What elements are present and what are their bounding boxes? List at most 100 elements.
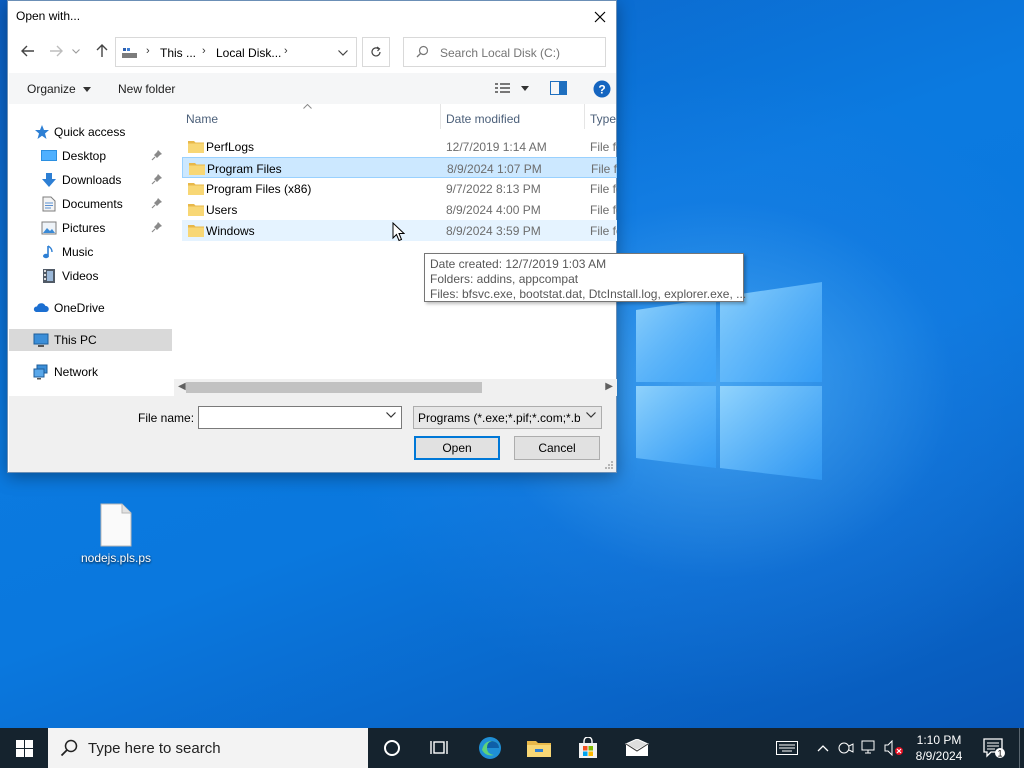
- file-explorer-app-button[interactable]: [515, 728, 563, 768]
- windows-logo-wallpaper: [636, 282, 822, 480]
- keyboard-tray-button[interactable]: [773, 728, 801, 768]
- organize-label: Organize: [27, 82, 76, 96]
- file-row-program-files[interactable]: Program Files 8/9/2024 1:07 PM File fo: [182, 157, 617, 178]
- nav-item-downloads[interactable]: Downloads: [9, 169, 172, 191]
- cancel-button[interactable]: Cancel: [514, 436, 600, 460]
- nav-item-quick-access[interactable]: Quick access: [9, 121, 172, 143]
- view-options-button[interactable]: [495, 81, 533, 97]
- recent-locations-button[interactable]: [70, 41, 82, 61]
- taskbar-search-box[interactable]: Type here to search: [48, 728, 368, 768]
- store-app-button[interactable]: [564, 728, 612, 768]
- column-header-name[interactable]: Name: [182, 104, 440, 129]
- cortana-circle-icon: [384, 740, 400, 756]
- file-type: File fo: [590, 140, 617, 154]
- start-button[interactable]: [0, 728, 48, 768]
- nav-item-music[interactable]: Music: [9, 241, 172, 263]
- pictures-icon: [41, 221, 57, 235]
- back-button[interactable]: [18, 41, 38, 61]
- file-name-combobox[interactable]: [198, 406, 402, 429]
- folder-icon: [189, 163, 205, 175]
- breadcrumb-this-pc[interactable]: This ...: [160, 46, 196, 60]
- scroll-left-arrow[interactable]: ◀: [178, 381, 186, 392]
- chevron-down-icon[interactable]: [386, 412, 396, 418]
- forward-button[interactable]: [46, 41, 66, 61]
- pin-icon[interactable]: [151, 197, 163, 209]
- cortana-button[interactable]: [368, 728, 416, 768]
- dialog-footer: File name: Programs (*.exe;*.pif;*.com;*…: [9, 396, 616, 472]
- notification-count: 1: [997, 749, 1002, 759]
- folder-icon: [188, 204, 204, 216]
- task-view-button[interactable]: [416, 728, 464, 768]
- mail-app-button[interactable]: [613, 728, 661, 768]
- file-name: Program Files (x86): [206, 182, 312, 196]
- nav-label: Desktop: [62, 149, 107, 163]
- up-button[interactable]: [92, 41, 112, 61]
- pin-icon[interactable]: [151, 221, 163, 233]
- column-header-date-modified[interactable]: Date modified: [441, 104, 584, 129]
- refresh-button[interactable]: [362, 37, 390, 67]
- nav-item-pictures[interactable]: Pictures: [9, 217, 172, 239]
- column-header-type[interactable]: Type: [585, 104, 617, 129]
- clock-time: 1:10 PM: [916, 733, 962, 747]
- meet-now-button[interactable]: [836, 728, 856, 768]
- preview-pane-button[interactable]: [550, 81, 568, 97]
- close-button[interactable]: [584, 1, 616, 32]
- search-box[interactable]: [403, 37, 606, 67]
- edge-app-button[interactable]: [466, 728, 514, 768]
- nav-item-network[interactable]: Network: [9, 361, 172, 383]
- new-folder-button[interactable]: New folder: [118, 82, 175, 96]
- nav-item-this-pc[interactable]: This PC: [9, 329, 172, 351]
- tooltip-folders: Folders: addins, appcompat: [430, 272, 579, 286]
- pin-icon[interactable]: [151, 149, 163, 161]
- videos-icon: [43, 269, 55, 283]
- action-center-button[interactable]: 1: [978, 728, 1010, 768]
- chevron-down-icon[interactable]: [338, 50, 348, 56]
- file-type-filter[interactable]: Programs (*.exe;*.pif;*.com;*.bat;*.cmd): [413, 406, 602, 429]
- chevron-up-icon: [817, 744, 829, 751]
- taskbar-clock[interactable]: 1:10 PM 8/9/2024: [906, 732, 972, 764]
- scroll-right-arrow[interactable]: ▶: [605, 381, 613, 392]
- organize-button[interactable]: Organize: [27, 82, 92, 96]
- desktop-file-icon[interactable]: nodejs.pls.ps: [76, 503, 156, 565]
- search-input[interactable]: [440, 44, 600, 62]
- refresh-icon: [371, 46, 381, 57]
- arrow-right-icon: [50, 45, 63, 57]
- nav-item-onedrive[interactable]: OneDrive: [9, 297, 172, 319]
- resize-grip-icon[interactable]: [603, 459, 613, 469]
- address-bar[interactable]: › This ... › Local Disk... ›: [115, 37, 357, 67]
- breadcrumb-local-disk[interactable]: Local Disk...: [216, 46, 281, 60]
- open-button[interactable]: Open: [414, 436, 500, 460]
- tooltip-date-created: Date created: 12/7/2019 1:03 AM: [430, 257, 607, 271]
- chevron-down-icon: [586, 412, 596, 418]
- nav-label: Music: [62, 245, 94, 259]
- file-row-perflogs[interactable]: PerfLogs 12/7/2019 1:14 AM File fo: [182, 136, 617, 157]
- nav-item-documents[interactable]: Documents: [9, 193, 172, 215]
- arrow-left-icon: [21, 45, 34, 57]
- nav-item-videos[interactable]: Videos: [9, 265, 172, 287]
- column-label: Type: [590, 112, 617, 126]
- nav-item-desktop[interactable]: Desktop: [9, 145, 172, 167]
- details-view-icon: [495, 83, 510, 93]
- desktop-file-label: nodejs.pls.ps: [80, 551, 152, 565]
- preview-pane-icon: [550, 81, 567, 95]
- windows-start-icon: [15, 739, 33, 757]
- file-type: File fo: [590, 203, 617, 217]
- volume-tray-button[interactable]: [883, 728, 905, 768]
- file-name-label: File name:: [138, 411, 195, 425]
- horizontal-scrollbar[interactable]: ◀ ▶: [174, 379, 617, 396]
- scrollbar-thumb[interactable]: [186, 382, 482, 393]
- help-button[interactable]: ?: [593, 80, 611, 98]
- pin-icon[interactable]: [151, 173, 163, 185]
- chevron-down-icon: [521, 86, 529, 91]
- file-row-users[interactable]: Users 8/9/2024 4:00 PM File fo: [182, 199, 617, 220]
- network-tray-button[interactable]: [859, 728, 881, 768]
- task-view-icon: [430, 741, 448, 754]
- show-desktop-button[interactable]: [1019, 728, 1024, 768]
- file-name: Program Files: [207, 162, 282, 176]
- show-hidden-icons-button[interactable]: [812, 728, 834, 768]
- open-with-dialog: Open with... › This ... › Local Disk... …: [7, 0, 617, 473]
- file-row-program-files-x86[interactable]: Program Files (x86) 9/7/2022 8:13 PM Fil…: [182, 178, 617, 199]
- file-name-input[interactable]: [202, 410, 382, 425]
- dialog-titlebar[interactable]: Open with...: [8, 1, 616, 32]
- file-type-filter-value: Programs (*.exe;*.pif;*.com;*.bat;*.cmd): [418, 411, 580, 425]
